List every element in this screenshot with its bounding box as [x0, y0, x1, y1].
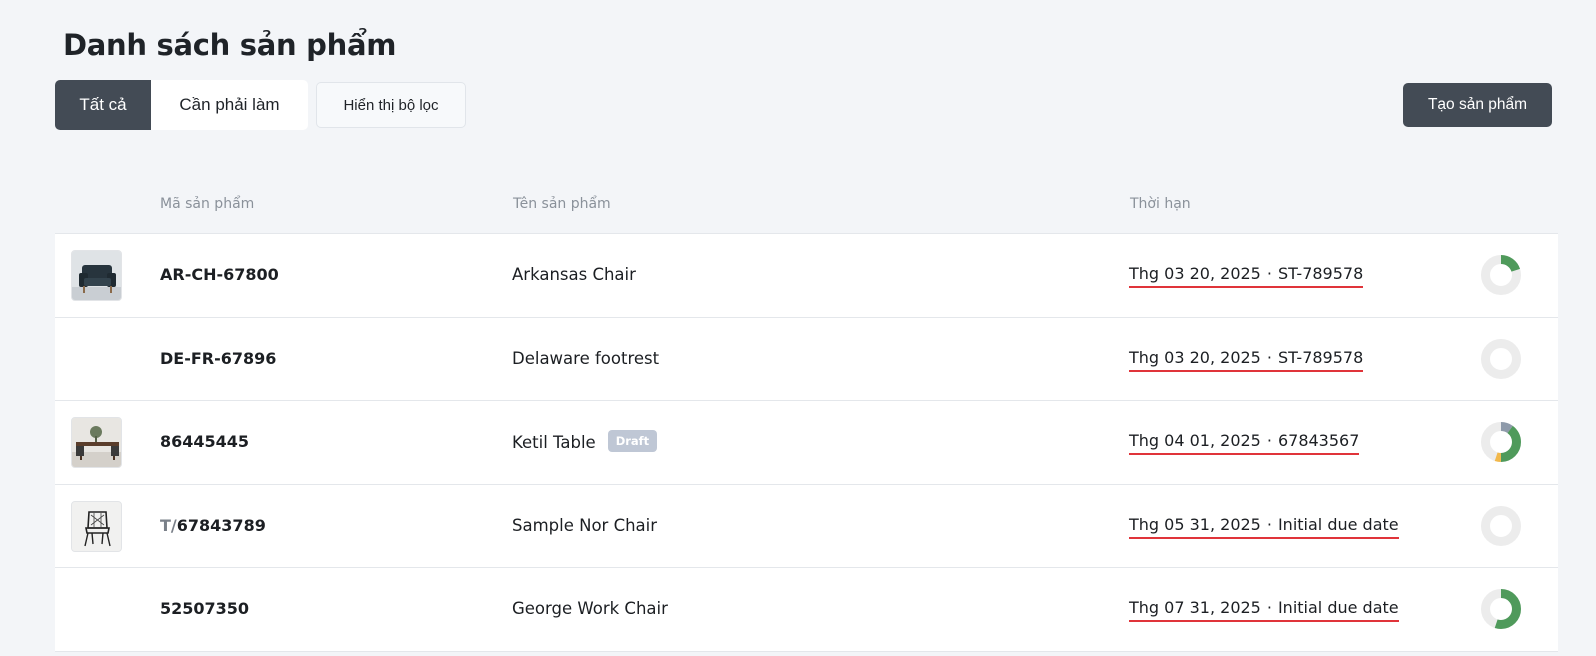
product-code-value: DE-FR-67896 [160, 348, 277, 368]
due-date-value: Thg 03 20, 2025 [1129, 264, 1261, 283]
sketch-chair-photo-thumbnail[interactable] [71, 500, 122, 552]
due-date-value: Thg 07 31, 2025 [1129, 598, 1261, 617]
product-table: AR-CH-67800 Arkansas Chair Thg 03 20, 20… [55, 233, 1558, 652]
progress-ring-icon [1481, 422, 1521, 462]
due-reference: Initial due date [1277, 598, 1399, 617]
create-product-button[interactable]: Tạo sản phẩm [1403, 83, 1552, 127]
page: Danh sách sản phẩm Tất cả Cần phải làm H… [0, 0, 1596, 656]
due-reference: ST-789578 [1277, 264, 1364, 283]
status-tabs: Tất cả Cần phải làm [55, 80, 308, 130]
product-name-text: Sample Nor Chair [512, 515, 658, 535]
due-date[interactable]: Thg 03 20, 2025 · ST-789578 [1129, 264, 1364, 288]
table-row-1[interactable]: AR-CH-67800 Arkansas Chair Thg 03 20, 20… [55, 234, 1558, 318]
due-date-value: Thg 04 01, 2025 [1129, 431, 1261, 450]
table-row-3[interactable]: 86445445 Ketil Table Draft Thg 04 01, 202… [55, 401, 1558, 485]
progress-ring-icon [1481, 338, 1521, 379]
table-row-4[interactable]: T/67843789 Sample Nor Chair Thg 05 31, 2… [55, 485, 1558, 568]
column-header-due[interactable]: Thời hạn [1130, 196, 1191, 212]
product-name-text: Arkansas Chair [512, 265, 636, 284]
product-name: Delaware footrest [512, 349, 659, 368]
product-code: AR-CH-67800 [160, 265, 279, 284]
due-separator: · [1266, 264, 1272, 283]
due-date-value: Thg 03 20, 2025 [1129, 347, 1261, 367]
due-separator: · [1266, 598, 1272, 617]
table-row-5[interactable]: 52507350 George Work Chair Thg 07 31, 20… [55, 568, 1558, 652]
progress-ring-track [1481, 338, 1521, 379]
product-code: 86445445 [160, 432, 249, 451]
due-separator: · [1266, 514, 1272, 534]
due-separator: · [1266, 347, 1272, 367]
product-name-text: George Work Chair [512, 599, 668, 618]
table-header: Mã sản phẩm Tên sản phẩm Thời hạn [0, 196, 1596, 216]
product-name: George Work Chair [512, 599, 668, 618]
page-title: Danh sách sản phẩm [63, 28, 397, 62]
product-code: DE-FR-67896 [160, 349, 276, 368]
product-code-prefix: T/ [160, 515, 177, 535]
progress-ring-icon [1481, 505, 1521, 546]
due-date-value: Thg 05 31, 2025 [1129, 514, 1261, 534]
product-code: 52507350 [160, 599, 249, 618]
tab-all[interactable]: Tất cả [55, 80, 151, 130]
product-code: T/67843789 [160, 516, 266, 535]
table-photo-thumbnail[interactable] [71, 417, 122, 468]
product-name-text: Ketil Table [512, 432, 596, 452]
progress-ring-icon [1481, 255, 1521, 295]
due-separator: · [1266, 431, 1272, 450]
product-name-text: Delaware footrest [512, 348, 660, 368]
column-header-name[interactable]: Tên sản phẩm [513, 196, 611, 212]
product-code-value: 86445445 [160, 432, 250, 451]
product-code-value: 67843789 [176, 515, 266, 535]
due-date[interactable]: Thg 03 20, 2025 · ST-789578 [1129, 347, 1364, 372]
show-filter-button[interactable]: Hiển thị bộ lọc [316, 82, 466, 128]
due-date[interactable]: Thg 05 31, 2025 · Initial due date [1129, 515, 1399, 539]
progress-ring-icon [1481, 589, 1521, 629]
progress-ring-track [1481, 505, 1521, 546]
product-name: Ketil Table Draft [512, 430, 658, 452]
due-date[interactable]: Thg 07 31, 2025 · Initial due date [1129, 598, 1399, 622]
product-name: Sample Nor Chair [512, 516, 657, 535]
armchair-photo-thumbnail[interactable] [71, 250, 122, 301]
tab-todo[interactable]: Cần phải làm [151, 80, 308, 130]
due-reference: 67843567 [1277, 431, 1360, 450]
product-name: Arkansas Chair [512, 265, 636, 284]
product-code-value: AR-CH-67800 [160, 265, 279, 284]
table-row-2[interactable]: DE-FR-67896 Delaware footrest Thg 03 20,… [55, 318, 1558, 401]
product-code-value: 52507350 [160, 599, 250, 618]
due-date[interactable]: Thg 04 01, 2025 · 67843567 [1129, 431, 1360, 455]
due-reference: Initial due date [1277, 514, 1399, 534]
draft-badge: Draft [607, 430, 658, 452]
column-header-code[interactable]: Mã sản phẩm [160, 196, 254, 212]
due-reference: ST-789578 [1277, 347, 1364, 367]
toolbar: Tất cả Cần phải làm Hiển thị bộ lọc Tạo … [55, 80, 1552, 130]
